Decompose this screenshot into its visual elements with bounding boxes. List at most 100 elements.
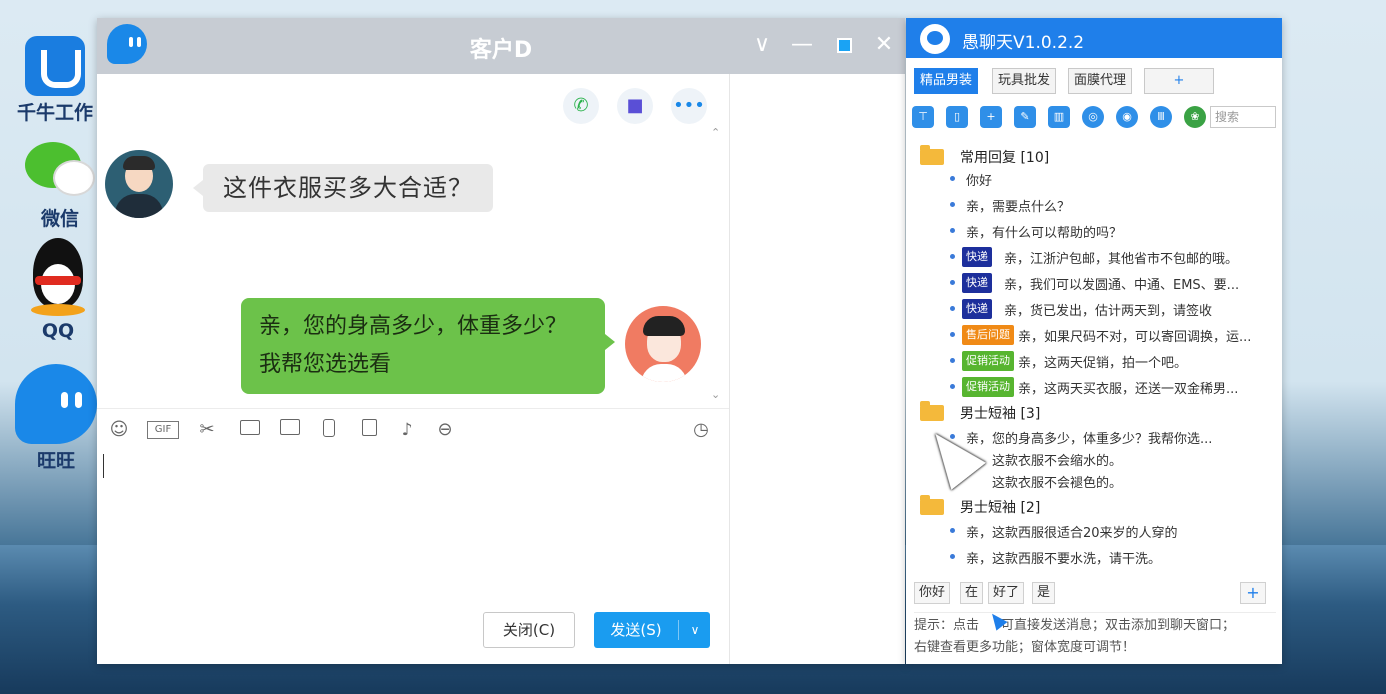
quick-reply-bar: 你好 在 好了 是 + xyxy=(914,582,1274,604)
video-call-button[interactable]: ■ xyxy=(617,88,653,124)
qianniu-app-icon xyxy=(25,36,85,96)
tag-badge: 促销活动 xyxy=(962,377,1014,397)
image-icon[interactable] xyxy=(278,419,302,441)
close-chat-button[interactable]: 关闭(C) xyxy=(483,612,575,648)
copy-icon[interactable]: ◎ xyxy=(1082,106,1104,128)
chat-main-area: ✆ ■ ••• ⌃ 这件衣服买多大合适？ 亲，您的身高多少，体重多少？我帮您选选… xyxy=(97,74,729,664)
edit-icon[interactable]: ✎ xyxy=(1014,106,1036,128)
circle-menu-icon[interactable]: ◉ xyxy=(1116,106,1138,128)
quick-reply-button[interactable]: 好了 xyxy=(988,582,1025,604)
maximize-icon xyxy=(836,37,852,53)
send-button[interactable]: 发送(S) ∨ xyxy=(594,612,710,648)
reply-item[interactable]: 这款衣服不会缩水的。 xyxy=(976,448,1272,470)
reply-item[interactable]: 快递 亲，货已发出，估计两天到，请签收 xyxy=(950,298,1275,320)
folder-icon[interactable] xyxy=(238,419,262,441)
chat-window: 客户D ∨ — ✕ ✆ ■ ••• ⌃ 这件衣服买多大合适？ 亲，您的身高多少，… xyxy=(97,18,905,664)
tag-badge: 售后问题 xyxy=(962,325,1014,345)
columns-icon[interactable]: Ⅲ xyxy=(1150,106,1172,128)
desktop-icon-label: 微信 xyxy=(40,208,79,230)
reply-item[interactable]: 亲，您的身高多少，体重多少？我帮你选... xyxy=(950,426,1275,448)
search-input[interactable]: 搜索 xyxy=(1210,106,1276,128)
reply-item[interactable]: 快递 亲，江浙沪包邮，其他省市不包邮的哦。 xyxy=(950,246,1275,268)
calendar-icon[interactable] xyxy=(357,419,381,441)
minimize-button[interactable]: — xyxy=(787,30,817,60)
scroll-down-arrow[interactable]: ⌄ xyxy=(711,388,720,401)
history-clock-icon[interactable]: ◷ xyxy=(689,419,713,441)
tab-menswear[interactable]: 精品男装 xyxy=(914,68,979,94)
chat-side-panel xyxy=(729,74,905,664)
input-toolbar: ☺ GIF ✂ ♪ ⊖ ◷ xyxy=(97,408,729,450)
desktop-icon-qianniu[interactable]: 千牛工作 xyxy=(5,36,105,125)
reply-item[interactable]: 促销活动 亲，这两天买衣服，还送一双金稀男... xyxy=(950,376,1275,398)
collapse-button[interactable]: ∨ xyxy=(747,30,777,60)
chevron-down-icon[interactable]: ∨ xyxy=(680,612,710,648)
desktop-icon-label: 旺旺 xyxy=(36,450,75,472)
reply-item[interactable]: 促销活动 亲，这两天促销，拍一个吧。 xyxy=(950,350,1275,372)
plugin-title: 愚聊天V1.0.2.2 xyxy=(962,33,1085,53)
ellipsis-icon: ••• xyxy=(673,95,705,116)
music-icon[interactable]: ♪ xyxy=(395,419,419,441)
seller-avatar[interactable] xyxy=(625,306,701,382)
folder-icon xyxy=(920,145,944,165)
add-quick-reply-button[interactable]: + xyxy=(1240,582,1266,604)
emoji-icon[interactable]: ☺ xyxy=(107,419,131,441)
message-input[interactable] xyxy=(97,450,729,600)
desktop-icon-label: 千牛工作 xyxy=(16,102,93,124)
quick-reply-button[interactable]: 你好 xyxy=(914,582,951,604)
customer-avatar[interactable] xyxy=(105,150,173,218)
reply-item[interactable]: 亲，这款西服很适合20来岁的人穿的 xyxy=(950,520,1275,542)
desktop-icon-qq[interactable]: QQ xyxy=(8,238,108,342)
reply-item[interactable]: 售后问题 亲，如果尺码不对，可以寄回调换，运... xyxy=(950,324,1275,346)
chat-title-bar[interactable]: 客户D ∨ — ✕ xyxy=(97,18,905,74)
reply-item[interactable]: 你好 xyxy=(950,168,1275,190)
trash-icon[interactable]: ▥ xyxy=(1048,106,1070,128)
quick-reply-button[interactable]: 是 xyxy=(1032,582,1056,604)
gif-icon[interactable]: GIF xyxy=(147,421,179,439)
reply-item[interactable]: 亲，需要点什么？ xyxy=(950,194,1275,216)
scissors-icon[interactable]: ✂ xyxy=(195,419,219,441)
chat-title: 客户D xyxy=(469,38,533,63)
add-note-icon[interactable]: + xyxy=(980,106,1002,128)
video-camera-icon: ■ xyxy=(626,95,644,116)
tag-badge: 快递 xyxy=(962,299,992,319)
document-icon[interactable]: ▯ xyxy=(946,106,968,128)
qq-penguin-icon xyxy=(25,238,91,318)
wangwang-app-icon xyxy=(15,364,97,444)
desktop-icon-wechat[interactable]: 微信 xyxy=(10,142,110,231)
close-window-button[interactable]: ✕ xyxy=(869,30,899,60)
tab-toys-wholesale[interactable]: 玩具批发 xyxy=(992,68,1057,94)
group-name: 常用回复 [10] xyxy=(960,150,1050,166)
seller-message-bubble: 亲，您的身高多少，体重多少？我帮您选选看 xyxy=(241,298,615,394)
more-icon[interactable]: ⊖ xyxy=(433,419,457,441)
plugin-logo-icon xyxy=(920,24,950,54)
maximize-button[interactable] xyxy=(829,30,859,60)
reply-item[interactable]: 这款衣服不会褪色的。 xyxy=(976,470,1272,492)
quick-reply-plugin: 愚聊天V1.0.2.2 精品男装 玩具批发 面膜代理 + ⊤ ▯ + ✎ ▥ ◎… xyxy=(906,18,1282,664)
add-tab-button[interactable]: + xyxy=(1144,68,1214,94)
tip-text: 提示：点击 可直接发送消息；双击添加到聊天窗口； 右键查看更多功能；窗体宽度可调节… xyxy=(914,612,1276,659)
tip-line-2: 右键查看更多功能；窗体宽度可调节！ xyxy=(914,640,1136,655)
desktop-icon-label: QQ xyxy=(41,320,75,342)
settings-leaf-icon[interactable]: ❀ xyxy=(1184,106,1206,128)
tag-badge: 快递 xyxy=(962,273,992,293)
reply-item[interactable]: 快递 亲，我们可以发圆通、中通、EMS、要... xyxy=(950,272,1275,294)
send-button-label: 发送(S) xyxy=(610,621,662,639)
send-button-divider xyxy=(678,620,679,640)
wechat-app-icon xyxy=(25,142,95,202)
phone-shake-icon[interactable] xyxy=(317,419,341,441)
desktop-icon-wangwang[interactable]: 旺旺 xyxy=(6,364,106,473)
scroll-up-arrow[interactable]: ⌃ xyxy=(711,126,720,139)
folder-icon xyxy=(920,401,944,421)
reply-item[interactable]: 亲，有什么可以帮助的吗？ xyxy=(950,220,1275,242)
more-actions-button[interactable]: ••• xyxy=(671,88,707,124)
tip-line-1: 提示：点击 可直接发送消息；双击添加到聊天窗口； xyxy=(914,618,1236,633)
tag-badge: 快递 xyxy=(962,247,992,267)
quick-reply-button[interactable]: 在 xyxy=(960,582,984,604)
tab-mask-agent[interactable]: 面膜代理 xyxy=(1068,68,1133,94)
plugin-title-bar[interactable]: 愚聊天V1.0.2.2 xyxy=(906,18,1282,58)
group-name: 男士短袖 [3] xyxy=(960,406,1041,422)
reply-item[interactable]: 亲，这款西服不要水洗，请干洗。 xyxy=(950,546,1275,568)
org-tree-icon[interactable]: ⊤ xyxy=(912,106,934,128)
folder-icon xyxy=(920,495,944,515)
voice-call-button[interactable]: ✆ xyxy=(563,88,599,124)
